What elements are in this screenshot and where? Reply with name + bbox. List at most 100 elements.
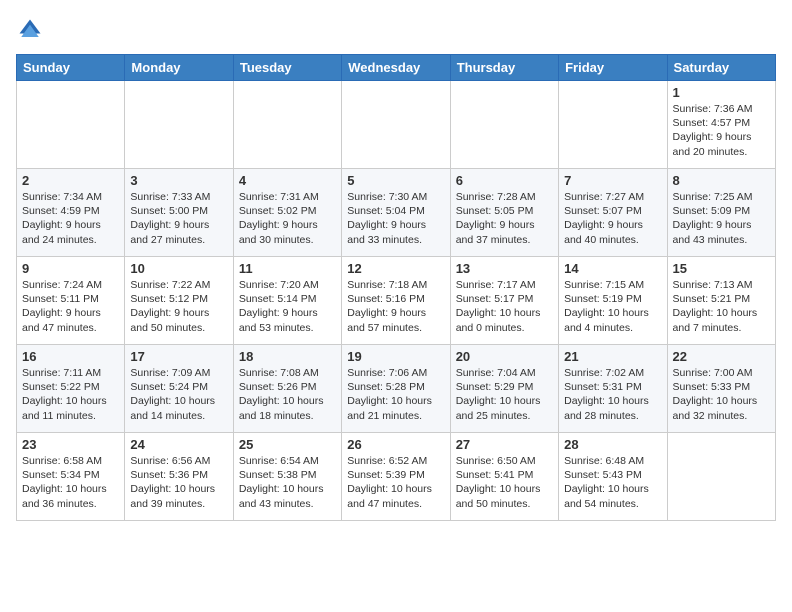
day-number: 19 xyxy=(347,349,444,364)
calendar-day-cell: 16 Sunrise: 7:11 AM Sunset: 5:22 PM Dayli… xyxy=(17,345,125,433)
day-info: Sunrise: 7:28 AM Sunset: 5:05 PM Dayligh… xyxy=(456,190,553,247)
day-number: 14 xyxy=(564,261,661,276)
day-number: 21 xyxy=(564,349,661,364)
calendar-day-cell xyxy=(450,81,558,169)
day-info: Sunrise: 6:58 AM Sunset: 5:34 PM Dayligh… xyxy=(22,454,119,511)
calendar-day-cell: 17 Sunrise: 7:09 AM Sunset: 5:24 PM Dayli… xyxy=(125,345,233,433)
calendar-day-cell: 12 Sunrise: 7:18 AM Sunset: 5:16 PM Dayli… xyxy=(342,257,450,345)
calendar-week-row: 1 Sunrise: 7:36 AM Sunset: 4:57 PM Daylig… xyxy=(17,81,776,169)
calendar-table: SundayMondayTuesdayWednesdayThursdayFrid… xyxy=(16,54,776,521)
day-info: Sunrise: 6:50 AM Sunset: 5:41 PM Dayligh… xyxy=(456,454,553,511)
calendar-day-cell: 7 Sunrise: 7:27 AM Sunset: 5:07 PM Daylig… xyxy=(559,169,667,257)
logo-icon xyxy=(16,16,44,44)
day-info: Sunrise: 6:56 AM Sunset: 5:36 PM Dayligh… xyxy=(130,454,227,511)
day-info: Sunrise: 7:17 AM Sunset: 5:17 PM Dayligh… xyxy=(456,278,553,335)
calendar-day-cell: 15 Sunrise: 7:13 AM Sunset: 5:21 PM Dayli… xyxy=(667,257,775,345)
calendar-week-row: 9Sunrise: 7:24 AM Sunset: 5:11 PM Daylig… xyxy=(17,257,776,345)
day-number: 17 xyxy=(130,349,227,364)
weekday-header: Monday xyxy=(125,55,233,81)
weekday-header: Thursday xyxy=(450,55,558,81)
day-info: Sunrise: 7:25 AM Sunset: 5:09 PM Dayligh… xyxy=(673,190,770,247)
day-info: Sunrise: 7:24 AM Sunset: 5:11 PM Dayligh… xyxy=(22,278,119,335)
calendar-day-cell: 22 Sunrise: 7:00 AM Sunset: 5:33 PM Dayli… xyxy=(667,345,775,433)
day-number: 24 xyxy=(130,437,227,452)
calendar-day-cell xyxy=(233,81,341,169)
day-number: 26 xyxy=(347,437,444,452)
day-info: Sunrise: 6:54 AM Sunset: 5:38 PM Dayligh… xyxy=(239,454,336,511)
day-info: Sunrise: 7:15 AM Sunset: 5:19 PM Dayligh… xyxy=(564,278,661,335)
day-info: Sunrise: 7:18 AM Sunset: 5:16 PM Dayligh… xyxy=(347,278,444,335)
weekday-header: Friday xyxy=(559,55,667,81)
calendar-day-cell: 18Sunrise: 7:08 AM Sunset: 5:26 PM Dayli… xyxy=(233,345,341,433)
day-number: 11 xyxy=(239,261,336,276)
calendar-day-cell: 3 Sunrise: 7:33 AM Sunset: 5:00 PM Daylig… xyxy=(125,169,233,257)
calendar-day-cell: 26 Sunrise: 6:52 AM Sunset: 5:39 PM Dayli… xyxy=(342,433,450,521)
calendar-day-cell: 27 Sunrise: 6:50 AM Sunset: 5:41 PM Dayli… xyxy=(450,433,558,521)
weekday-header: Tuesday xyxy=(233,55,341,81)
logo xyxy=(16,16,48,44)
calendar-day-cell: 13 Sunrise: 7:17 AM Sunset: 5:17 PM Dayli… xyxy=(450,257,558,345)
day-info: Sunrise: 7:00 AM Sunset: 5:33 PM Dayligh… xyxy=(673,366,770,423)
day-info: Sunrise: 7:33 AM Sunset: 5:00 PM Dayligh… xyxy=(130,190,227,247)
calendar-day-cell xyxy=(17,81,125,169)
day-number: 1 xyxy=(673,85,770,100)
calendar-day-cell: 6 Sunrise: 7:28 AM Sunset: 5:05 PM Daylig… xyxy=(450,169,558,257)
day-info: Sunrise: 7:20 AM Sunset: 5:14 PM Dayligh… xyxy=(239,278,336,335)
day-info: Sunrise: 7:34 AM Sunset: 4:59 PM Dayligh… xyxy=(22,190,119,247)
day-info: Sunrise: 6:52 AM Sunset: 5:39 PM Dayligh… xyxy=(347,454,444,511)
calendar-day-cell xyxy=(125,81,233,169)
day-number: 12 xyxy=(347,261,444,276)
calendar-day-cell: 14 Sunrise: 7:15 AM Sunset: 5:19 PM Dayli… xyxy=(559,257,667,345)
calendar-day-cell: 5 Sunrise: 7:30 AM Sunset: 5:04 PM Daylig… xyxy=(342,169,450,257)
calendar-day-cell: 2 Sunrise: 7:34 AM Sunset: 4:59 PM Daylig… xyxy=(17,169,125,257)
day-info: Sunrise: 7:31 AM Sunset: 5:02 PM Dayligh… xyxy=(239,190,336,247)
day-number: 2 xyxy=(22,173,119,188)
calendar-day-cell: 1 Sunrise: 7:36 AM Sunset: 4:57 PM Daylig… xyxy=(667,81,775,169)
calendar-day-cell: 28 Sunrise: 6:48 AM Sunset: 5:43 PM Dayli… xyxy=(559,433,667,521)
day-number: 23 xyxy=(22,437,119,452)
calendar-day-cell: 9Sunrise: 7:24 AM Sunset: 5:11 PM Daylig… xyxy=(17,257,125,345)
day-info: Sunrise: 7:04 AM Sunset: 5:29 PM Dayligh… xyxy=(456,366,553,423)
calendar-day-cell: 8 Sunrise: 7:25 AM Sunset: 5:09 PM Daylig… xyxy=(667,169,775,257)
day-number: 20 xyxy=(456,349,553,364)
calendar-day-cell: 11 Sunrise: 7:20 AM Sunset: 5:14 PM Dayli… xyxy=(233,257,341,345)
day-info: Sunrise: 7:27 AM Sunset: 5:07 PM Dayligh… xyxy=(564,190,661,247)
day-info: Sunrise: 7:11 AM Sunset: 5:22 PM Dayligh… xyxy=(22,366,119,423)
day-number: 28 xyxy=(564,437,661,452)
page: SundayMondayTuesdayWednesdayThursdayFrid… xyxy=(0,0,792,537)
day-number: 3 xyxy=(130,173,227,188)
calendar-day-cell: 24 Sunrise: 6:56 AM Sunset: 5:36 PM Dayli… xyxy=(125,433,233,521)
day-info: Sunrise: 6:48 AM Sunset: 5:43 PM Dayligh… xyxy=(564,454,661,511)
day-number: 16 xyxy=(22,349,119,364)
calendar-day-cell: 19 Sunrise: 7:06 AM Sunset: 5:28 PM Dayli… xyxy=(342,345,450,433)
day-number: 18 xyxy=(239,349,336,364)
day-info: Sunrise: 7:02 AM Sunset: 5:31 PM Dayligh… xyxy=(564,366,661,423)
day-info: Sunrise: 7:06 AM Sunset: 5:28 PM Dayligh… xyxy=(347,366,444,423)
day-info: Sunrise: 7:09 AM Sunset: 5:24 PM Dayligh… xyxy=(130,366,227,423)
day-number: 10 xyxy=(130,261,227,276)
day-info: Sunrise: 7:22 AM Sunset: 5:12 PM Dayligh… xyxy=(130,278,227,335)
day-number: 22 xyxy=(673,349,770,364)
calendar-day-cell xyxy=(559,81,667,169)
calendar-day-cell: 20 Sunrise: 7:04 AM Sunset: 5:29 PM Dayli… xyxy=(450,345,558,433)
day-number: 27 xyxy=(456,437,553,452)
day-number: 7 xyxy=(564,173,661,188)
day-number: 8 xyxy=(673,173,770,188)
calendar-day-cell xyxy=(667,433,775,521)
day-info: Sunrise: 7:13 AM Sunset: 5:21 PM Dayligh… xyxy=(673,278,770,335)
weekday-header: Sunday xyxy=(17,55,125,81)
day-info: Sunrise: 7:30 AM Sunset: 5:04 PM Dayligh… xyxy=(347,190,444,247)
day-number: 5 xyxy=(347,173,444,188)
calendar-day-cell: 10 Sunrise: 7:22 AM Sunset: 5:12 PM Dayli… xyxy=(125,257,233,345)
day-info: Sunrise: 7:36 AM Sunset: 4:57 PM Dayligh… xyxy=(673,102,770,159)
calendar-day-cell: 4 Sunrise: 7:31 AM Sunset: 5:02 PM Daylig… xyxy=(233,169,341,257)
calendar-week-row: 16 Sunrise: 7:11 AM Sunset: 5:22 PM Dayli… xyxy=(17,345,776,433)
day-number: 6 xyxy=(456,173,553,188)
calendar-week-row: 2 Sunrise: 7:34 AM Sunset: 4:59 PM Daylig… xyxy=(17,169,776,257)
calendar-day-cell: 25Sunrise: 6:54 AM Sunset: 5:38 PM Dayli… xyxy=(233,433,341,521)
calendar-header-row: SundayMondayTuesdayWednesdayThursdayFrid… xyxy=(17,55,776,81)
day-number: 13 xyxy=(456,261,553,276)
calendar-day-cell: 21 Sunrise: 7:02 AM Sunset: 5:31 PM Dayli… xyxy=(559,345,667,433)
day-number: 15 xyxy=(673,261,770,276)
day-number: 4 xyxy=(239,173,336,188)
